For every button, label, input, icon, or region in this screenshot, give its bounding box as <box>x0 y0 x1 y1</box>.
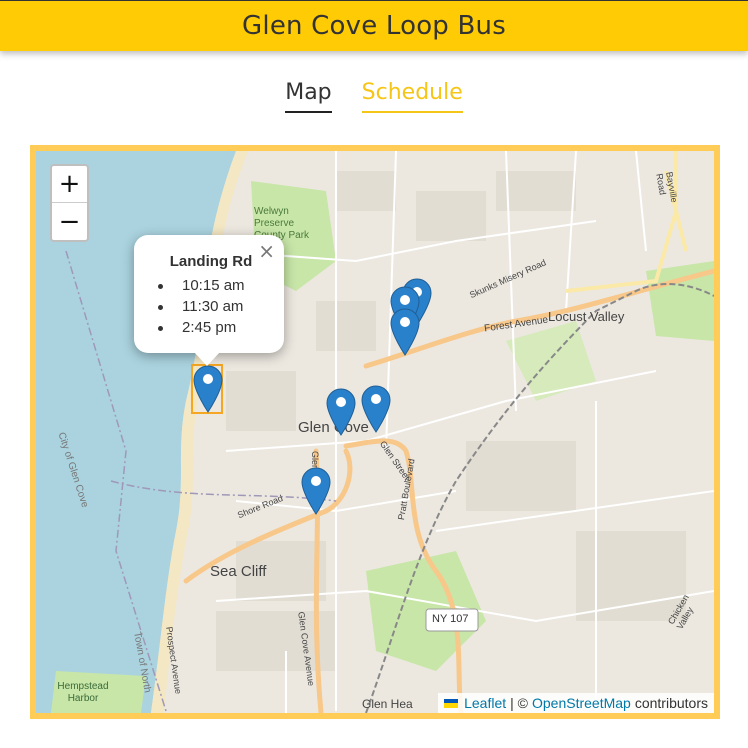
leaflet-link[interactable]: Leaflet <box>464 695 506 711</box>
bus-stop-marker[interactable] <box>193 365 223 413</box>
zoom-control: + − <box>50 164 89 242</box>
tab-map[interactable]: Map <box>285 80 332 113</box>
tab-bar: Map Schedule <box>0 80 748 113</box>
bus-stop-marker[interactable] <box>361 385 391 433</box>
bus-stop-marker[interactable] <box>326 388 356 436</box>
label-locust-valley: Locust Valley <box>548 309 625 324</box>
bus-stop-marker[interactable] <box>301 467 331 515</box>
ukraine-flag-icon <box>444 698 459 708</box>
map-attribution: Leaflet | © OpenStreetMap contributors <box>438 693 714 713</box>
zoom-in-button[interactable]: + <box>52 166 87 203</box>
zoom-out-button[interactable]: − <box>52 203 87 240</box>
app-bar: Glen Cove Loop Bus <box>0 0 748 51</box>
map-container[interactable]: Glen Cove Sea Cliff Locust Valley Welwyn… <box>30 145 720 719</box>
popup-close-button[interactable]: × <box>258 239 275 263</box>
attribution-separator: | © <box>510 695 528 711</box>
app-title: Glen Cove Loop Bus <box>242 11 506 41</box>
bus-stop-marker[interactable] <box>390 308 420 356</box>
tab-schedule[interactable]: Schedule <box>361 80 463 113</box>
label-glen-head: Glen Hea <box>362 697 413 711</box>
attribution-suffix: contributors <box>634 695 708 711</box>
stop-popup: × Landing Rd 10:15 am 11:30 am 2:45 pm <box>134 235 284 366</box>
label-ny107: NY 107 <box>432 613 469 625</box>
popup-time-item: 11:30 am <box>156 296 266 317</box>
popup-times-list: 10:15 am 11:30 am 2:45 pm <box>156 275 266 338</box>
label-sea-cliff: Sea Cliff <box>210 563 267 580</box>
openstreetmap-link[interactable]: OpenStreetMap <box>532 695 631 711</box>
popup-time-item: 2:45 pm <box>156 317 266 338</box>
label-hempstead-harbor: Hempstead Harbor <box>57 681 109 704</box>
popup-stop-name: Landing Rd <box>169 253 253 270</box>
popup-time-item: 10:15 am <box>156 275 266 296</box>
